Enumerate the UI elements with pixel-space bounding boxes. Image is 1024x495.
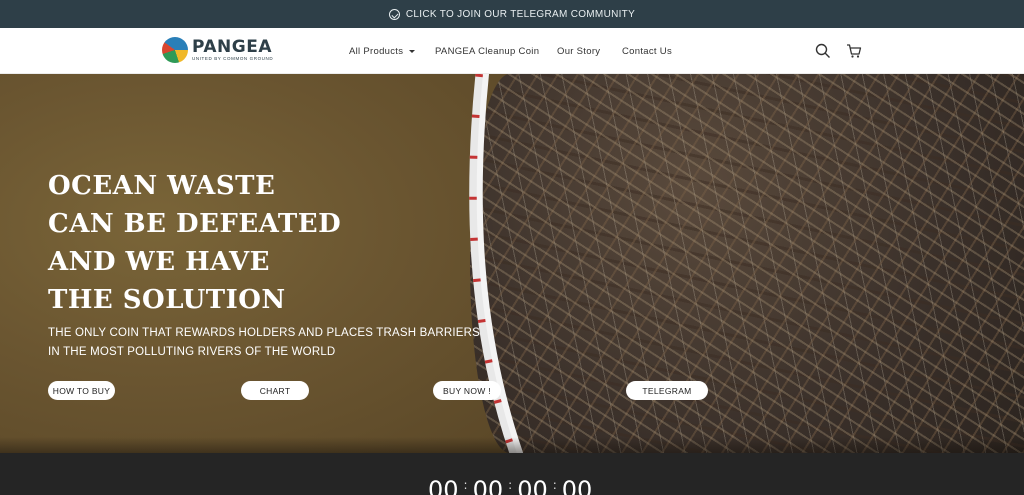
countdown-seconds: 00 — [561, 476, 593, 495]
subtext-line: IN THE MOST POLLUTING RIVERS OF THE WORL… — [48, 346, 336, 358]
chevron-down-icon[interactable] — [409, 49, 416, 53]
buy-now-button[interactable]: BUY NOW ! — [433, 381, 501, 400]
nav-cleanup-coin[interactable]: PANGEA Cleanup Coin — [435, 28, 539, 74]
countdown-days: 00 — [428, 476, 459, 495]
countdown-separator: : — [463, 478, 468, 492]
countdown-separator: : — [508, 478, 513, 492]
headline-line: THE SOLUTION — [48, 285, 286, 315]
announcement-text[interactable]: CLICK TO JOIN OUR TELEGRAM COMMUNITY — [406, 9, 635, 20]
logo[interactable]: PANGEA UNITED BY COMMON GROUND — [162, 37, 273, 63]
announcement-bar[interactable]: CLICK TO JOIN OUR TELEGRAM COMMUNITY — [0, 0, 1024, 28]
countdown-section: 00 : 00 : 00 : 00 — [0, 453, 1024, 495]
site-header: PANGEA UNITED BY COMMON GROUND All Produ… — [0, 28, 1024, 74]
nav-contact-us-label[interactable]: Contact Us — [622, 46, 672, 57]
subtext-line: THE ONLY COIN THAT REWARDS HOLDERS AND P… — [48, 327, 481, 339]
search-icon[interactable] — [815, 43, 831, 59]
hero-section: OCEAN WASTE CAN BE DEFEATED AND WE HAVE … — [0, 74, 1024, 453]
headline-line: OCEAN WASTE — [48, 171, 276, 201]
chart-button[interactable]: CHART — [241, 381, 309, 400]
hero-bottom-shade — [0, 437, 1024, 453]
hero-subtext: THE ONLY COIN THAT REWARDS HOLDERS AND P… — [48, 324, 480, 362]
telegram-icon — [388, 8, 400, 20]
nav-cleanup-coin-label[interactable]: PANGEA Cleanup Coin — [435, 46, 539, 57]
logo-tagline: UNITED BY COMMON GROUND — [192, 55, 274, 61]
nav-all-products-label[interactable]: All Products — [349, 46, 403, 57]
countdown-separator: : — [552, 478, 557, 492]
nav-all-products[interactable]: All Products — [349, 28, 416, 74]
hero-debris-image — [470, 74, 1024, 453]
logo-name: PANGEA — [192, 36, 273, 57]
countdown-hours: 00 — [472, 476, 504, 495]
cart-icon[interactable] — [846, 43, 862, 59]
headline-line: CAN BE DEFEATED — [48, 209, 342, 239]
nav-our-story[interactable]: Our Story — [557, 28, 600, 74]
how-to-buy-button[interactable]: HOW TO BUY — [48, 381, 115, 400]
nav-our-story-label[interactable]: Our Story — [557, 46, 600, 57]
telegram-button[interactable]: TELEGRAM — [626, 381, 708, 400]
countdown-minutes: 00 — [517, 476, 548, 495]
headline-line: AND WE HAVE — [48, 247, 270, 277]
countdown-timer: 00 : 00 : 00 : 00 — [428, 475, 592, 495]
hero-headline: OCEAN WASTE CAN BE DEFEATED AND WE HAVE … — [48, 167, 341, 319]
globe-logo-icon — [162, 37, 188, 63]
nav-contact-us[interactable]: Contact Us — [622, 28, 672, 74]
